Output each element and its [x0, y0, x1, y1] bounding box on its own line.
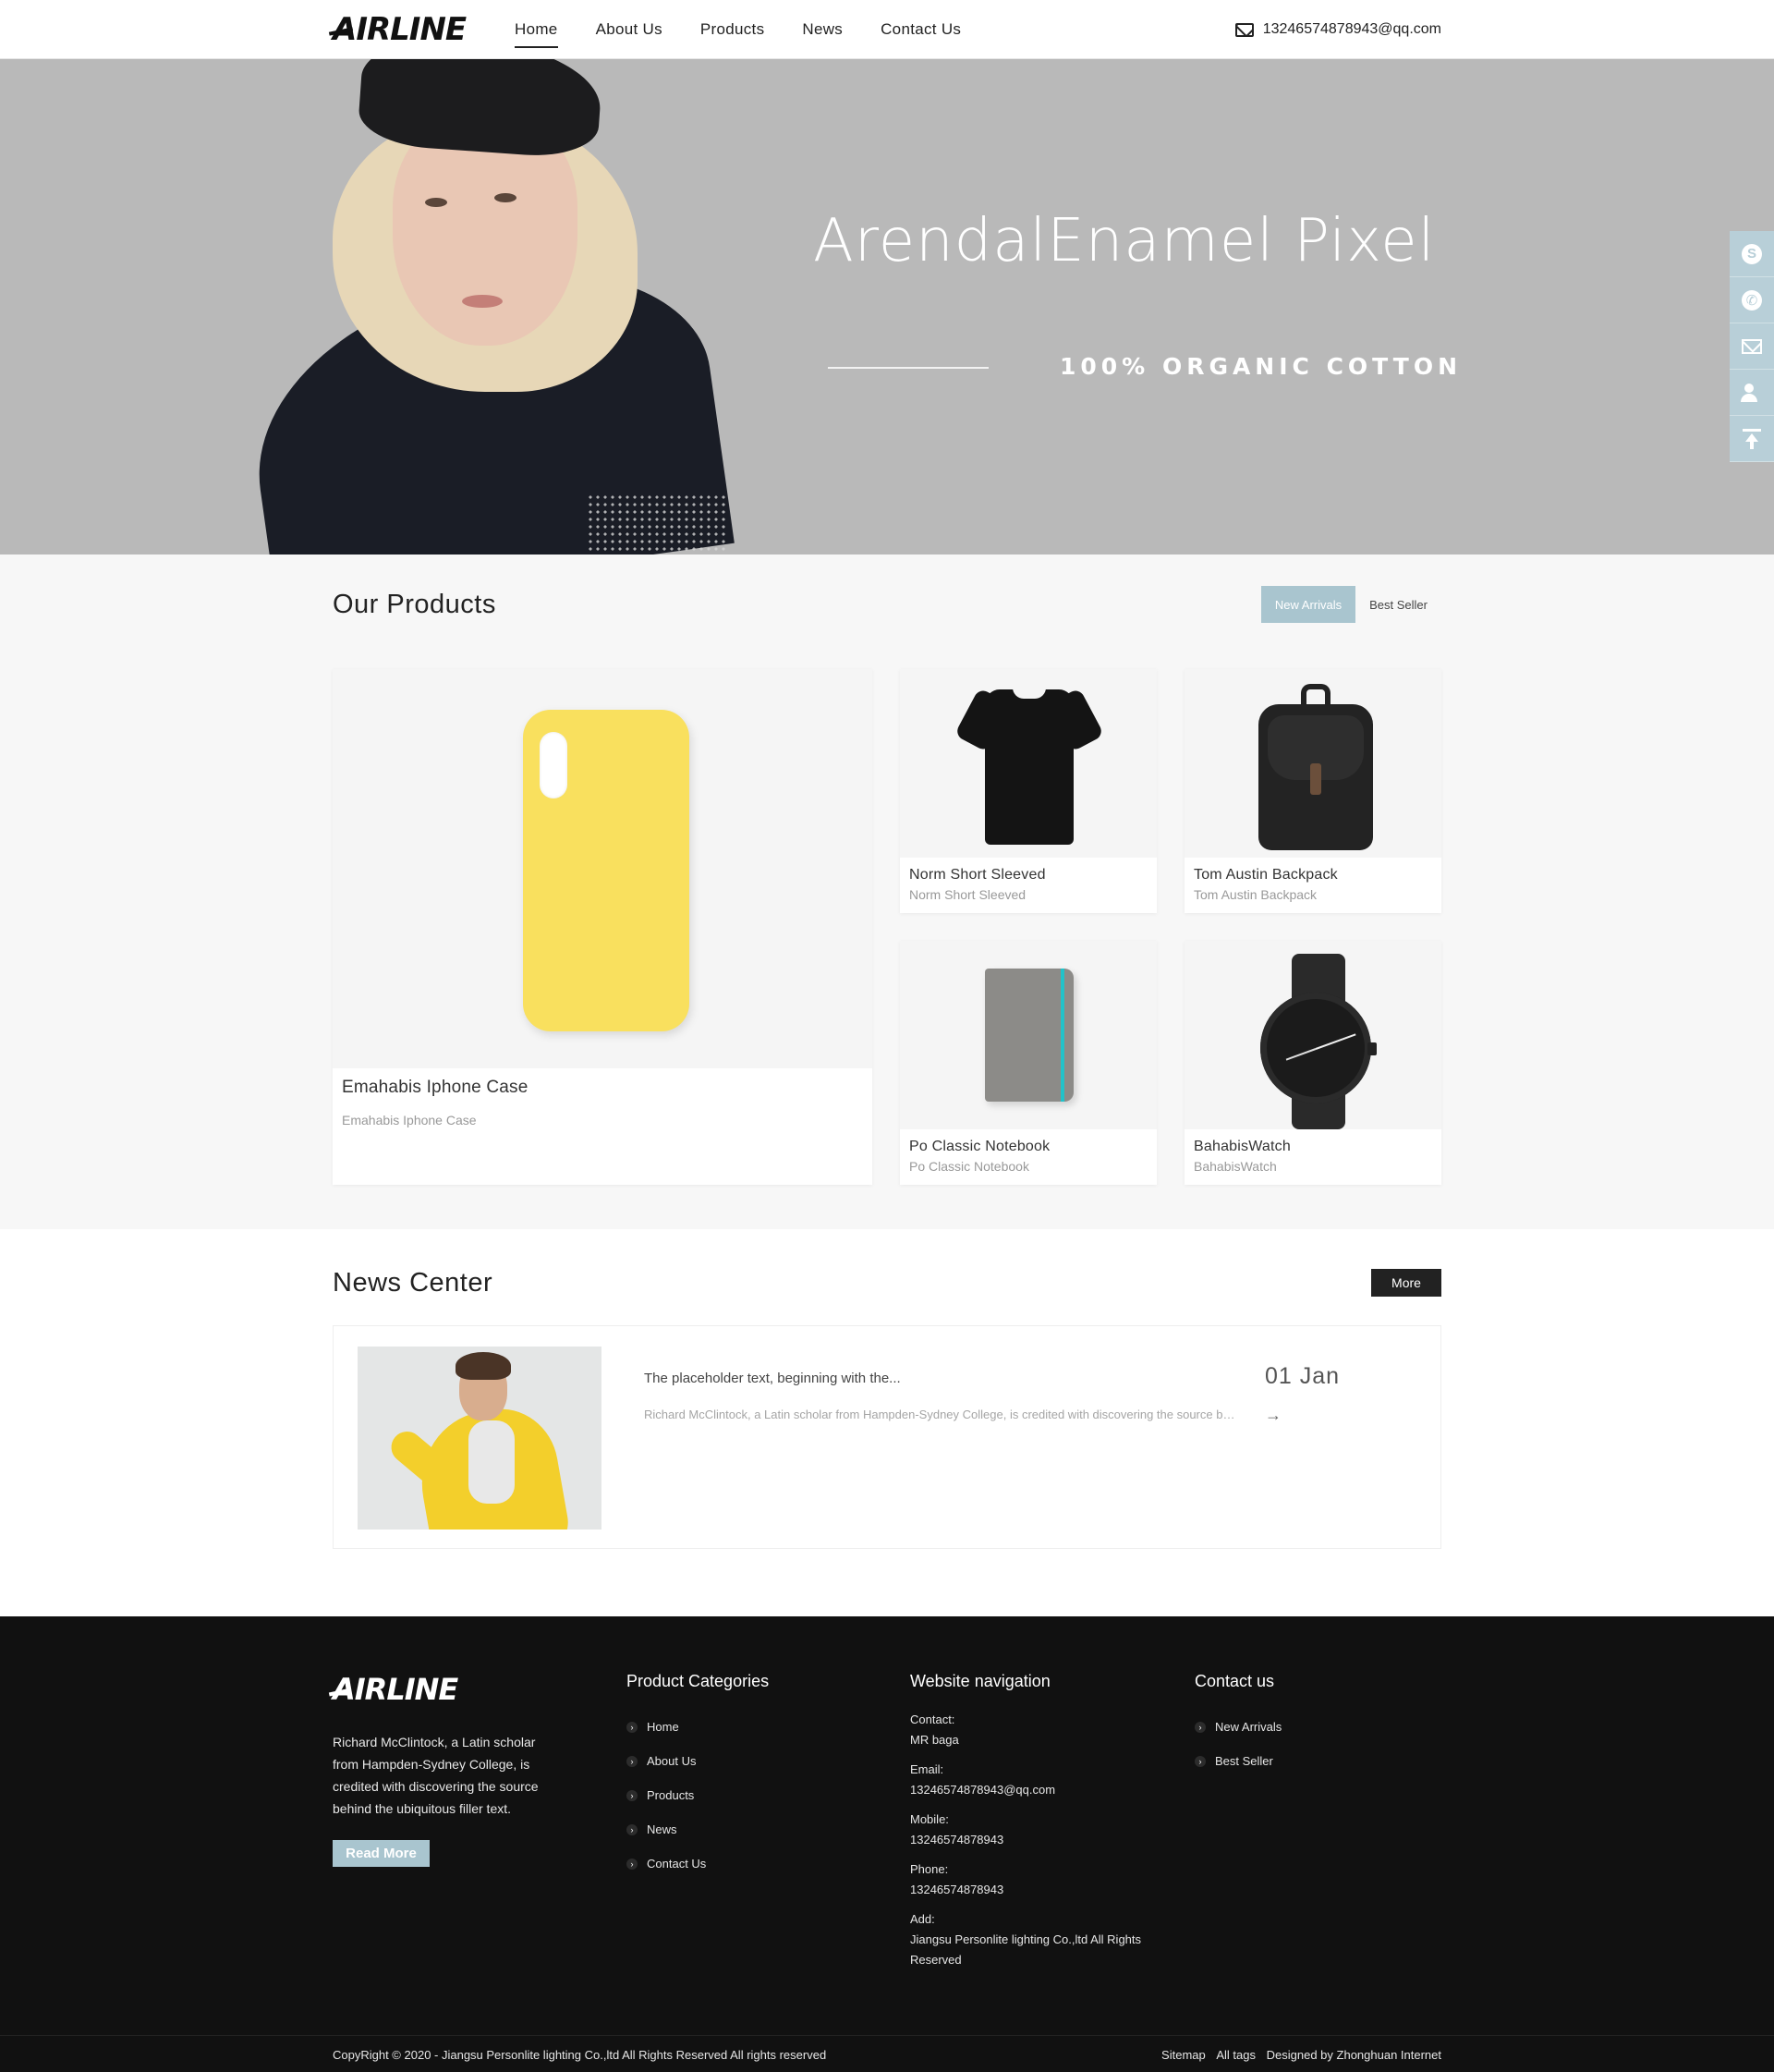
product-name: Emahabis Iphone Case — [342, 1078, 529, 1097]
footer-contact-us: Contact us › New Arrivals › Best Seller — [1195, 1672, 1282, 1778]
product-card-backpack[interactable]: Tom Austin Backpack Tom Austin Backpack — [1185, 669, 1441, 913]
chevron-right-icon: › — [626, 1858, 638, 1870]
news-item-date: 01 Jan — [1265, 1363, 1341, 1389]
main-nav: Home About Us Products News Contact Us — [515, 15, 999, 48]
product-card-iphone-case[interactable]: Emahabis Iphone Case Emahabis Iphone Cas… — [333, 669, 872, 1185]
nav-news[interactable]: News — [802, 15, 843, 44]
arrow-right-icon[interactable]: → — [1265, 1406, 1282, 1425]
footer-heading: Website navigation — [910, 1672, 1051, 1690]
products-title: Our Products — [333, 589, 496, 619]
footer-link-home[interactable]: › Home — [626, 1710, 769, 1744]
whatsapp-icon[interactable]: ✆ — [1730, 277, 1774, 323]
copyright-text: CopyRight © 2020 - Jiangsu Personlite li… — [333, 2047, 827, 2062]
sitemap-link[interactable]: Sitemap — [1161, 2048, 1206, 2062]
hero-banner: ArendalEnamel Pixel 100% ORGANIC COTTON — [0, 59, 1774, 555]
product-desc: Po Classic Notebook — [909, 1159, 1029, 1174]
watch-image — [1185, 941, 1441, 1129]
site-header: AIRLINE Home About Us Products News Cont… — [0, 0, 1774, 59]
email-value[interactable]: 13246574878943@qq.com — [910, 1780, 1150, 1800]
mobile-value: 13246574878943 — [910, 1833, 1004, 1847]
footer-heading: Contact us — [1195, 1672, 1275, 1690]
products-section: Our Products New Arrivals Best Seller Em… — [0, 555, 1774, 1229]
footer-about: AIRLINE Richard McClintock, a Latin scho… — [328, 1672, 564, 1867]
backpack-image — [1185, 669, 1441, 858]
all-tags-link[interactable]: All tags — [1216, 2048, 1256, 2062]
header-email[interactable]: 13246574878943@qq.com — [1234, 21, 1441, 38]
phone-label: Phone: — [910, 1862, 949, 1876]
product-card-notebook[interactable]: Po Classic Notebook Po Classic Notebook — [900, 941, 1157, 1185]
contact-label: Contact: — [910, 1712, 955, 1726]
product-desc: Norm Short Sleeved — [909, 887, 1027, 902]
footer-heading: Product Categories — [626, 1672, 770, 1690]
product-desc: Tom Austin Backpack — [1194, 887, 1318, 902]
tab-best-seller[interactable]: Best Seller — [1355, 586, 1441, 623]
header-email-text: 13246574878943@qq.com — [1262, 21, 1441, 37]
notebook-image — [900, 941, 1157, 1129]
product-desc: BahabisWatch — [1194, 1159, 1277, 1174]
banner-divider — [828, 367, 989, 369]
nav-home[interactable]: Home — [515, 15, 558, 48]
product-tabs: New Arrivals Best Seller — [1260, 586, 1441, 623]
floating-contact-bar: S ✆ — [1730, 231, 1774, 462]
mail-icon — [1234, 22, 1254, 37]
user-icon[interactable] — [1730, 370, 1774, 416]
chevron-right-icon: › — [1195, 1721, 1206, 1733]
news-more-button[interactable]: More — [1371, 1269, 1441, 1297]
site-logo[interactable]: AIRLINE — [328, 11, 515, 48]
banner-subtitle: 100% ORGANIC COTTON — [1060, 353, 1463, 380]
footer-link-new-arrivals[interactable]: › New Arrivals — [1195, 1710, 1282, 1744]
product-card-watch[interactable]: BahabisWatch BahabisWatch — [1185, 941, 1441, 1185]
contact-value: MR baga — [910, 1733, 959, 1747]
product-desc: Emahabis Iphone Case — [342, 1113, 477, 1127]
footer-logo[interactable]: AIRLINE — [328, 1672, 564, 1707]
chevron-right-icon: › — [626, 1755, 638, 1767]
footer-link-about-us[interactable]: › About Us — [626, 1744, 769, 1778]
news-item-excerpt: Richard McClintock, a Latin scholar from… — [644, 1408, 1235, 1421]
product-card-tshirt[interactable]: Norm Short Sleeved Norm Short Sleeved — [900, 669, 1157, 913]
read-more-button[interactable]: Read More — [333, 1840, 430, 1867]
chevron-right-icon: › — [626, 1789, 638, 1801]
footer-link-news[interactable]: › News — [626, 1812, 769, 1847]
nav-contact-us[interactable]: Contact Us — [881, 15, 961, 44]
tab-new-arrivals[interactable]: New Arrivals — [1260, 586, 1356, 623]
footer-link-products[interactable]: › Products — [626, 1778, 769, 1812]
copyright-bar: CopyRight © 2020 - Jiangsu Personlite li… — [0, 2035, 1774, 2072]
footer-link-best-seller[interactable]: › Best Seller — [1195, 1744, 1282, 1778]
nav-about-us[interactable]: About Us — [596, 15, 662, 44]
news-item[interactable]: The placeholder text, beginning with the… — [333, 1325, 1441, 1549]
news-section: News Center More The placeholder text, b… — [0, 1229, 1774, 1617]
news-image[interactable] — [358, 1347, 601, 1530]
news-title: News Center — [333, 1267, 493, 1298]
footer-website-navigation: Website navigation Contact: MR baga Email… — [910, 1672, 1150, 1980]
phone-value: 13246574878943 — [910, 1883, 1004, 1896]
chevron-right-icon: › — [626, 1823, 638, 1835]
tshirt-image — [900, 669, 1157, 858]
banner-title: ArendalEnamel Pixel — [813, 207, 1436, 275]
address-label: Add: — [910, 1912, 935, 1926]
product-name: Norm Short Sleeved — [909, 867, 1046, 883]
designer-link[interactable]: Designed by Zhonghuan Internet — [1267, 2048, 1441, 2062]
nav-products[interactable]: Products — [700, 15, 765, 44]
skype-icon[interactable]: S — [1730, 231, 1774, 277]
footer-product-categories: Product Categories › Home › About Us › Prod… — [626, 1672, 769, 1881]
footer-about-text: Richard McClintock, a Latin scholar from… — [333, 1735, 539, 1816]
banner-model-image — [236, 59, 772, 555]
back-to-top-icon[interactable] — [1730, 416, 1774, 462]
news-item-title[interactable]: The placeholder text, beginning with the… — [644, 1371, 901, 1386]
iphone-case-image — [333, 669, 872, 1068]
product-name: Tom Austin Backpack — [1194, 867, 1338, 883]
chevron-right-icon: › — [626, 1721, 638, 1733]
chevron-right-icon: › — [1195, 1755, 1206, 1767]
mobile-label: Mobile: — [910, 1812, 949, 1826]
email-label: Email: — [910, 1762, 944, 1776]
mail-icon[interactable] — [1730, 323, 1774, 370]
footer-link-contact-us[interactable]: › Contact Us — [626, 1847, 769, 1881]
product-name: BahabisWatch — [1194, 1139, 1291, 1154]
product-grid: Emahabis Iphone Case Emahabis Iphone Cas… — [333, 669, 1441, 1187]
product-name: Po Classic Notebook — [909, 1139, 1051, 1154]
site-footer: AIRLINE Richard McClintock, a Latin scho… — [0, 1616, 1774, 2072]
address-value: Jiangsu Personlite lighting Co.,ltd All … — [910, 1932, 1142, 1967]
